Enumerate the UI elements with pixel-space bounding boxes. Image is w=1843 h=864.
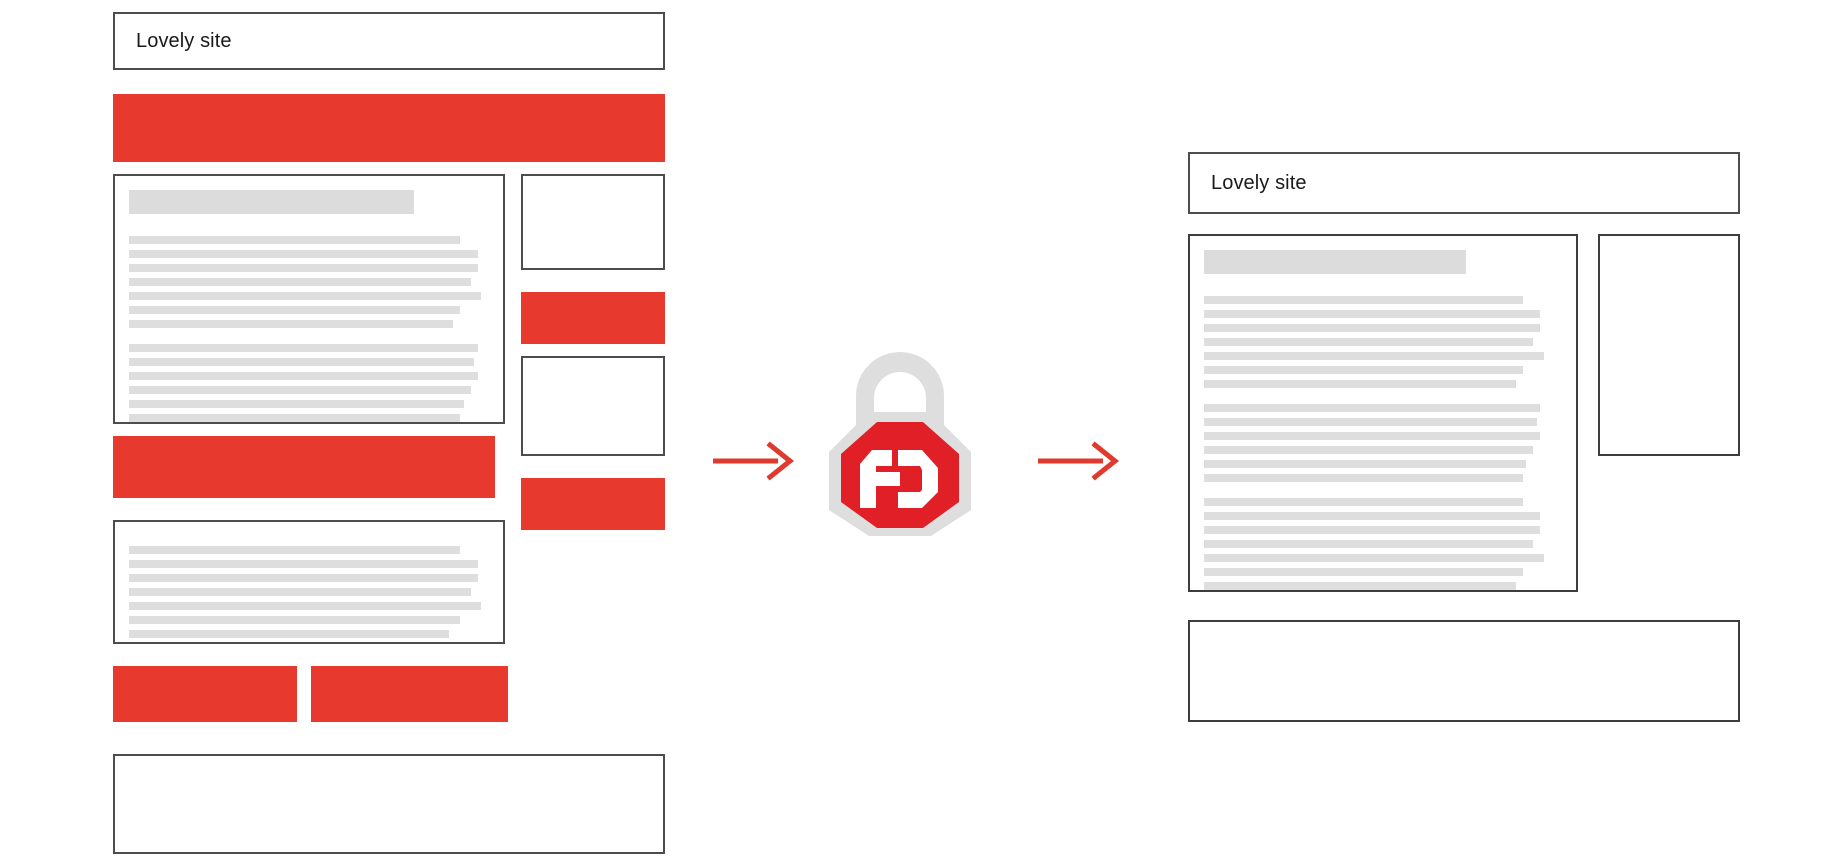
skeleton-text-line (129, 278, 471, 286)
skeleton-text-line (1204, 540, 1534, 548)
after-article (1188, 234, 1578, 592)
skeleton-text-line (129, 546, 461, 554)
before-article-content (115, 176, 503, 422)
skeleton-text-line (129, 236, 461, 244)
skeleton-text-line (1204, 432, 1541, 440)
before-title-bar: Lovely site (113, 12, 665, 70)
after-sidebar-content-box (1598, 234, 1740, 456)
skeleton-text-line (1204, 324, 1541, 332)
skeleton-text-line (129, 250, 478, 258)
after-article-paragraph (1204, 296, 1558, 388)
before-page-mockup: Lovely site (113, 12, 665, 864)
skeleton-text-line (129, 616, 461, 624)
skeleton-text-line (129, 574, 478, 582)
before-sidebar-ad-2[interactable] (521, 478, 665, 530)
before-sidebar-ad-1[interactable] (521, 292, 665, 344)
skeleton-text-line (129, 588, 471, 596)
before-footer (113, 754, 665, 854)
skeleton-text-line (1204, 310, 1541, 318)
skeleton-text-line (1204, 404, 1541, 412)
skeleton-text-line (1204, 352, 1544, 360)
skeleton-text-line (129, 264, 478, 272)
skeleton-text-line (129, 414, 461, 422)
before-article-paragraph (129, 236, 485, 328)
before-second-article-content (115, 522, 503, 642)
before-bottom-ad-left[interactable] (113, 666, 297, 722)
skeleton-text-line (1204, 380, 1516, 388)
skeleton-text-line (1204, 526, 1541, 534)
before-sidebar-content-box-2 (521, 356, 665, 456)
before-second-article-paragraph (129, 546, 485, 638)
skeleton-text-line (1204, 568, 1523, 576)
skeleton-text-line (129, 630, 450, 638)
before-site-title: Lovely site (136, 29, 232, 52)
skeleton-text-line (1204, 446, 1534, 454)
after-article-content (1190, 236, 1576, 590)
skeleton-text-line (129, 372, 478, 380)
arrow-logo-to-after-icon (1037, 440, 1123, 487)
before-second-article (113, 520, 505, 644)
before-article-heading-bar (129, 190, 414, 214)
skeleton-text-line (1204, 366, 1523, 374)
after-footer (1188, 620, 1740, 722)
skeleton-text-line (1204, 338, 1534, 346)
before-article-paragraph (129, 344, 485, 422)
arrow-before-to-logo-icon (712, 440, 798, 487)
skeleton-text-line (1204, 474, 1523, 482)
skeleton-text-line (1204, 460, 1527, 468)
before-article (113, 174, 505, 424)
skeleton-text-line (1204, 554, 1544, 562)
skeleton-text-line (1204, 296, 1523, 304)
skeleton-text-line (129, 386, 471, 394)
before-top-banner-ad[interactable] (113, 94, 665, 162)
skeleton-text-line (129, 320, 453, 328)
skeleton-text-line (129, 358, 475, 366)
skeleton-text-line (129, 306, 461, 314)
after-article-heading-bar (1204, 250, 1466, 274)
after-article-paragraph (1204, 498, 1558, 590)
skeleton-text-line (129, 344, 478, 352)
before-mid-banner-ad[interactable] (113, 436, 495, 498)
skeleton-text-line (129, 400, 464, 408)
illustration-canvas: Lovely site Lovely site (0, 0, 1843, 864)
skeleton-text-line (1204, 582, 1516, 590)
after-site-title: Lovely site (1211, 171, 1307, 194)
after-article-paragraph (1204, 404, 1558, 482)
skeleton-text-line (1204, 498, 1523, 506)
adblock-logo-icon (826, 350, 974, 545)
skeleton-text-line (129, 602, 482, 610)
after-title-bar: Lovely site (1188, 152, 1740, 214)
skeleton-text-line (129, 292, 482, 300)
skeleton-text-line (1204, 418, 1537, 426)
skeleton-text-line (129, 560, 478, 568)
before-bottom-ad-right[interactable] (311, 666, 508, 722)
after-page-mockup: Lovely site (1188, 152, 1740, 722)
before-sidebar-content-box-1 (521, 174, 665, 270)
skeleton-text-line (1204, 512, 1541, 520)
